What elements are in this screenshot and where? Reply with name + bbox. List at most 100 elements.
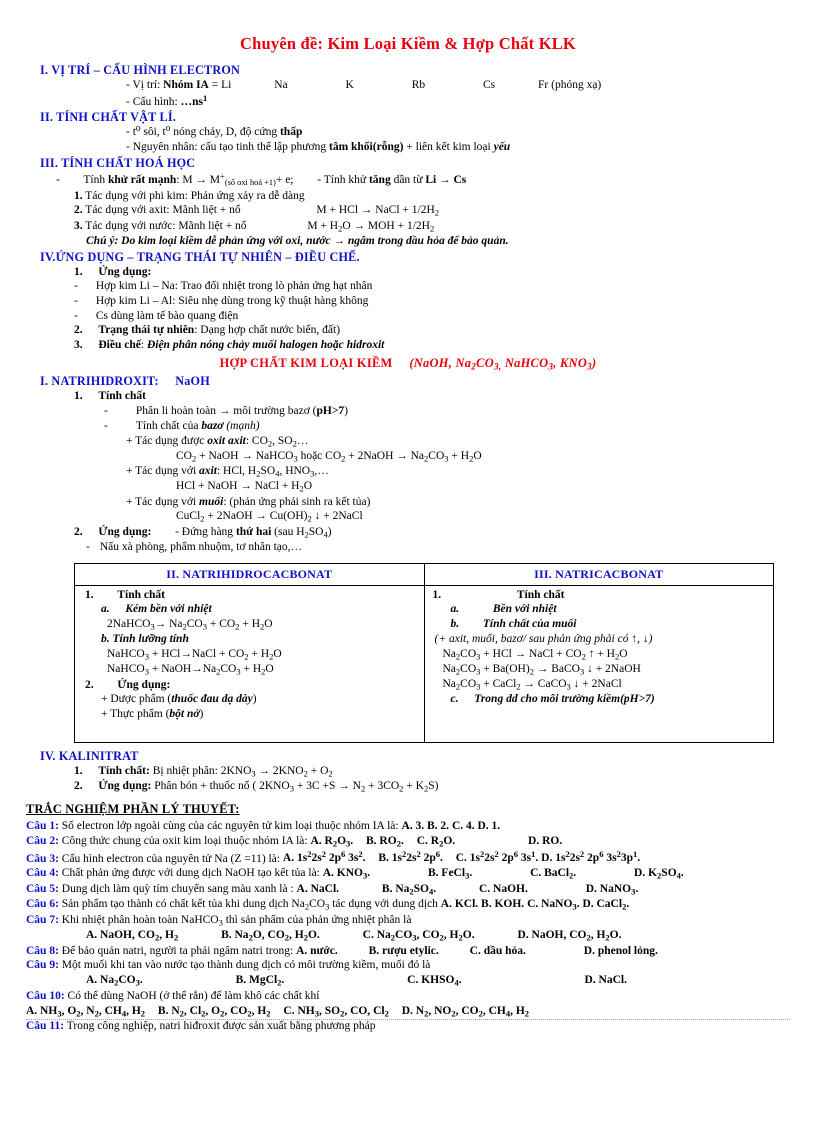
lead-b: khử rất mạnh bbox=[108, 173, 177, 186]
q7-option-a[interactable]: A. NaOH, CO2, H2 bbox=[86, 929, 178, 942]
s4-bullet-3-text: Cs dùng làm tế bào quang điện bbox=[95, 309, 239, 322]
item1-detail: Phản ứng xảy ra dễ dàng bbox=[190, 189, 305, 202]
q9-option-c[interactable]: C. KHSO4. bbox=[407, 974, 461, 987]
section4-bullet-3: - Cs dùng làm tế bào quang điện bbox=[74, 309, 239, 322]
item2-detail: Mãnh liệt + nổ bbox=[172, 204, 241, 217]
q9-option-d[interactable]: D. NaCl. bbox=[584, 974, 627, 986]
compounds-subtitle: HỢP CHẤT KIM LOẠI KIỀM (NaOH, Na2CO3, Na… bbox=[26, 356, 790, 372]
quiz-heading: TRẮC NGHIỆM PHẦN LÝ THUYẾT: bbox=[26, 802, 240, 817]
q7-label: Câu 7: bbox=[26, 913, 59, 926]
q4-option-d[interactable]: D. K2SO4. bbox=[634, 867, 684, 880]
section3-item-1: 1. Tác dụng với phi kim: Phản ứng xảy ra… bbox=[74, 189, 790, 204]
c2-b-equation-3: Na2CO3 + CaCl2 → CaCO3 ↓ + 2NaCl bbox=[442, 678, 622, 692]
q6-option-b[interactable]: B. KOH. bbox=[481, 898, 524, 910]
quiz-question-8: Câu 8: Để bảo quản natri, người ta phải … bbox=[26, 944, 790, 959]
s4-item1-number: 1. bbox=[74, 265, 83, 278]
naoh-b2-a: Tính chất của bbox=[135, 419, 199, 432]
section2-line-2: - Nguyên nhân: cấu tạo tinh thể lập phươ… bbox=[126, 140, 790, 155]
c2-item1: 1. Tính chất bbox=[433, 588, 770, 603]
q4-option-a[interactable]: A. KNO3. bbox=[323, 867, 370, 880]
q3-option-b[interactable]: B. 1s22s2 2p6. bbox=[378, 850, 443, 865]
section-heading-3: III. TÍNH CHẤT HOÁ HỌC bbox=[40, 155, 196, 170]
q8-option-b[interactable]: B. rượu etylic. bbox=[369, 945, 439, 957]
q8-option-d[interactable]: D. phenol lỏng. bbox=[584, 945, 658, 957]
q3-option-c[interactable]: C. 1s22s2 2p6 3s1. bbox=[456, 850, 539, 865]
q1-option-a[interactable]: A. 3. bbox=[401, 820, 424, 832]
q5-option-a[interactable]: A. NaCl. bbox=[297, 883, 340, 895]
lead-e: - Tính khử bbox=[317, 173, 367, 186]
q1-option-b[interactable]: B. 2. bbox=[427, 820, 449, 832]
q2-option-c[interactable]: C. R2O. bbox=[417, 835, 455, 848]
q9-option-b[interactable]: B. MgCl2. bbox=[236, 974, 285, 987]
q2-option-b[interactable]: B. RO2. bbox=[366, 835, 404, 848]
q4-option-b[interactable]: B. FeCl3. bbox=[428, 867, 472, 880]
q9-label: Câu 9: bbox=[26, 959, 59, 972]
section2-line-1: - t⁰ sôi, t⁰ nóng chảy, D, độ cứng thấp bbox=[126, 125, 790, 140]
q6-option-c[interactable]: C. NaNO3. bbox=[527, 898, 580, 911]
cau-hinh-prefix: - Cấu hình: bbox=[126, 95, 178, 108]
naoh-ungdung-item: 2. Ứng dụng: - Đứng hàng thứ hai (sau H2… bbox=[74, 525, 790, 540]
q2-option-d[interactable]: D. RO. bbox=[528, 835, 562, 847]
q6-option-a[interactable]: A. KCl. bbox=[441, 898, 478, 910]
c2-b-note: (+ axit, muối, bazơ/ sau phản ứng phải c… bbox=[434, 632, 653, 645]
q10-option-c[interactable]: C. NH3, SO2, CO, Cl2 bbox=[283, 1005, 388, 1018]
q3-option-d[interactable]: D. 1s22s2 2p6 3s23p1. bbox=[541, 850, 640, 865]
compounds-subtitle-formula: (NaOH, Na2CO3, NaHCO3, KNO3) bbox=[409, 355, 597, 372]
q3-text: Cấu hình electron của nguyên tử Na (Z =1… bbox=[61, 852, 281, 865]
kno3-i2-number: 2. bbox=[74, 779, 83, 792]
c1-use-2: + Thực phẩm (bột nở) bbox=[101, 707, 420, 722]
q10-option-b[interactable]: B. N2, Cl2, O2, CO2, H2 bbox=[158, 1005, 271, 1018]
col2-cell: 1. Tính chất a. Bền với nhiệt b. Tính ch… bbox=[423, 584, 774, 743]
q7-option-d[interactable]: D. NaOH, CO2, H2O. bbox=[517, 929, 621, 942]
c2-b-number: b. bbox=[450, 618, 460, 631]
naoh-b1-a: Phân li hoàn toàn → môi trường bazơ ( bbox=[135, 405, 317, 418]
kno3-item-1: 1. Tính chất: Bị nhiệt phân: 2KNO3 → 2KN… bbox=[74, 764, 790, 779]
q1-option-d[interactable]: D. 1. bbox=[478, 820, 501, 832]
item1-text: Tác dụng với phi kim: bbox=[85, 189, 188, 202]
naoh-equation-1: CO2 + NaOH → NaHCO3 hoặc CO2 + 2NaOH → N… bbox=[176, 449, 482, 464]
q5-option-b[interactable]: B. Na2SO4. bbox=[382, 883, 436, 896]
q6-option-d[interactable]: D. CaCl2. bbox=[582, 898, 629, 911]
q1-option-c[interactable]: C. 4. bbox=[452, 820, 475, 832]
naoh-b1-b: pH>7 bbox=[316, 405, 345, 418]
section4-item-2: 2. Trạng thái tự nhiên: Dạng hợp chất nư… bbox=[74, 323, 790, 338]
element-na: Na bbox=[274, 79, 288, 91]
col1-cell: 1. Tính chất a. Kém bền với nhiệt 2NaHCO… bbox=[74, 584, 425, 743]
q7-option-b[interactable]: B. Na2O, CO2, H2O. bbox=[221, 929, 320, 942]
q9-option-a[interactable]: A. Na2CO3. bbox=[86, 974, 143, 987]
naoh-t2-b: thứ hai bbox=[235, 525, 272, 538]
c1-a-number: a. bbox=[101, 603, 110, 616]
lead-d: + e; bbox=[275, 173, 294, 186]
q3-option-a[interactable]: A. 1s22s2 2p6 3s2. bbox=[283, 850, 366, 865]
vi-tri-prefix: - Vị trí: bbox=[126, 79, 161, 91]
q8-option-a[interactable]: A. nước. bbox=[296, 945, 338, 957]
naoh-equation-3: CuCl2 + 2NaOH → Cu(OH)2 ↓ + 2NaCl bbox=[176, 510, 363, 524]
q10-option-a[interactable]: A. NH3, O2, N2, CH4, H2 bbox=[26, 1005, 145, 1018]
q4-text: Chất phản ứng được với dung dịch NaOH tạ… bbox=[61, 867, 320, 880]
c2-sub-c: c. Trong dd cho môi trường kiềm(pH>7) bbox=[451, 692, 770, 707]
q7-option-c[interactable]: C. Na2CO3, CO2, H2O. bbox=[363, 929, 475, 942]
naoh-p3-a: + Tác dụng với bbox=[126, 495, 197, 508]
c1-sub-a: a. Kém bền với nhiệt bbox=[101, 602, 420, 617]
c1-u2-c: ) bbox=[199, 708, 204, 721]
q8-option-c[interactable]: C. dầu hỏa. bbox=[470, 945, 526, 957]
q10-label: Câu 10: bbox=[26, 989, 65, 1002]
q2-option-a[interactable]: A. R2O3. bbox=[310, 835, 353, 848]
q4-option-c[interactable]: C. BaCl2. bbox=[530, 867, 576, 880]
quiz-question-9: Câu 9: Một muối khi tan vào nước tạo thà… bbox=[26, 958, 790, 973]
q5-option-c[interactable]: C. NaOH. bbox=[479, 883, 528, 895]
c1-i1-number: 1. bbox=[85, 588, 94, 601]
c2-b-equation-2: Na2CO3 + Ba(OH)2 → BaCO3 ↓ + 2NaOH bbox=[442, 662, 641, 677]
naoh-p3-b: muối bbox=[199, 495, 224, 508]
naoh-t2-line2-text: Nấu xà phòng, phẩm nhuộm, tơ nhân tạo,… bbox=[99, 540, 303, 553]
naoh-tinhchat-item: 1. Tính chất bbox=[74, 389, 790, 404]
q1-label: Câu 1: bbox=[26, 820, 59, 833]
q10-option-d[interactable]: D. N2, NO2, CO2, CH4, H2 bbox=[402, 1005, 529, 1018]
q5-option-d[interactable]: D. NaNO3. bbox=[586, 883, 639, 896]
c1-b-equation-1: NaHCO3 + HCl→NaCl + CO2 + H2O bbox=[107, 648, 282, 662]
c2-sub-b: b. Tính chất của muối bbox=[451, 617, 770, 632]
c1-use-1: + Dược phẩm (thuốc đau dạ dày) bbox=[101, 692, 420, 707]
q2-text: Công thức chung của oxit kim loại thuộc … bbox=[61, 835, 308, 848]
naoh-t2-number: 2. bbox=[74, 525, 83, 538]
q5-text: Dung dịch làm quỳ tím chuyển sang màu xa… bbox=[61, 882, 294, 895]
